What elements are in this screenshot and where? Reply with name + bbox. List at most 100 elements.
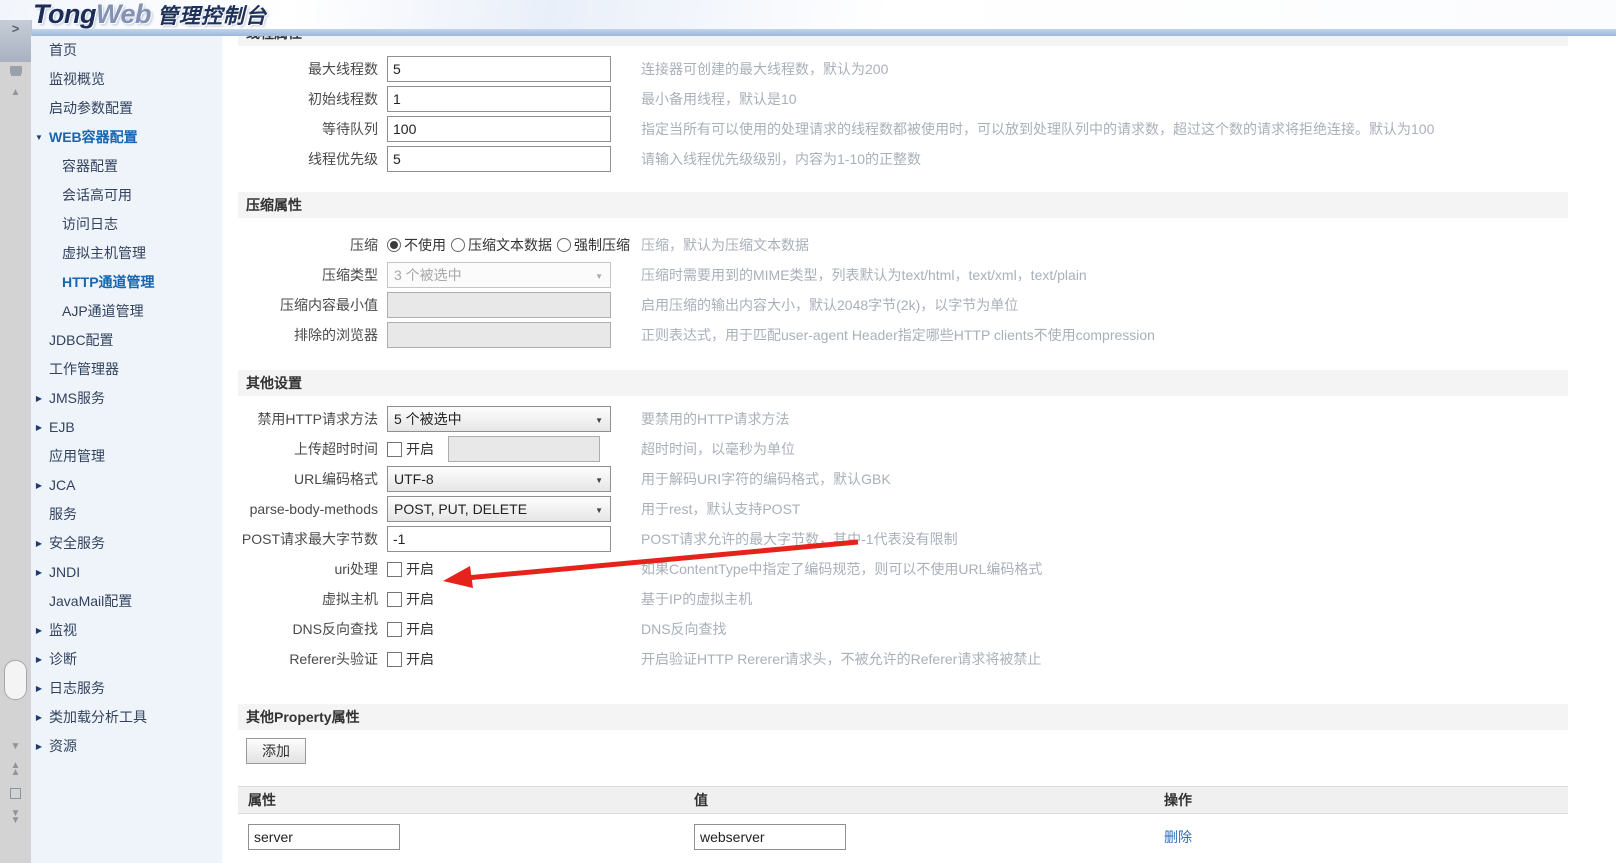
线程优先级-input[interactable] (387, 146, 611, 172)
DNS反向查找-checkbox[interactable] (387, 622, 402, 637)
sidebar-item[interactable]: 访问日志 (31, 210, 222, 239)
page-down-icon[interactable]: ▼▼ (0, 810, 31, 824)
stop-scroll-icon[interactable] (0, 788, 31, 802)
sidebar-item[interactable]: ▶安全服务 (31, 529, 222, 558)
form-row: 压缩内容最小值启用压缩的输出内容大小，默认2048字节(2k)，以字节为单位 (238, 290, 1568, 320)
sidebar-item[interactable]: 工作管理器 (31, 355, 222, 384)
最大线程数-input[interactable] (387, 56, 611, 82)
field-control (387, 322, 611, 348)
section-title: 线程属性 (246, 36, 302, 43)
虚拟主机-checkbox[interactable] (387, 592, 402, 607)
sidebar-item-label: 服务 (49, 506, 77, 522)
radio-压缩文本数据[interactable] (451, 238, 465, 252)
property-attr-cell (238, 824, 688, 850)
排除的浏览器-input (387, 322, 611, 348)
sidebar-item[interactable]: ▶日志服务 (31, 674, 222, 703)
sidebar-item[interactable]: ▶JNDI (31, 558, 222, 587)
parse-body-methods-dropdown[interactable]: POST, PUT, DELETE▼ (387, 496, 611, 522)
scroll-up-icon[interactable]: ▲ (0, 88, 31, 98)
sidebar-item[interactable]: ▶诊断 (31, 645, 222, 674)
sidebar-item[interactable]: 启动参数配置 (31, 94, 222, 123)
section-rows: 最大线程数连接器可创建的最大线程数，默认为200初始线程数最小备用线程，默认是1… (238, 54, 1568, 174)
sidebar-item[interactable]: 会话高可用 (31, 181, 222, 210)
chevron-right-icon[interactable]: ▶ (32, 558, 46, 587)
form-row: 上传超时时间开启超时时间，以毫秒为单位 (238, 434, 1568, 464)
form-row: Referer头验证开启开启验证HTTP Rererer请求头，不被允许的Ref… (238, 644, 1568, 674)
URL编码格式-dropdown[interactable]: UTF-8▼ (387, 466, 611, 492)
field-label: 虚拟主机 (238, 589, 378, 609)
splitter-drag-handle[interactable] (4, 660, 27, 700)
sidebar-item[interactable]: ▶监视 (31, 616, 222, 645)
sidebar-item[interactable]: ▶EJB (31, 413, 222, 442)
sidebar-item-label: 会话高可用 (62, 187, 132, 203)
sidebar-item[interactable]: ▼WEB容器配置 (31, 123, 222, 152)
sidebar-item[interactable]: 服务 (31, 500, 222, 529)
sidebar-item[interactable]: AJP通道管理 (31, 297, 222, 326)
field-hint: 如果ContentType中指定了编码规范，则可以不使用URL编码格式 (641, 559, 1042, 579)
top-logo-bar: TongWeb管理控制台 (0, 0, 1616, 29)
sidebar-item-label: 容器配置 (62, 158, 118, 174)
radio-不使用[interactable] (387, 238, 401, 252)
page-up-icon[interactable]: ▲▲ (0, 762, 31, 776)
field-hint: 用于解码URI字符的编码格式，默认GBK (641, 469, 891, 489)
sidebar-item[interactable]: ▶资源 (31, 732, 222, 761)
checkbox-label: 开启 (406, 559, 434, 579)
chevron-right-icon[interactable]: ▶ (32, 616, 46, 645)
field-label: Referer头验证 (238, 649, 378, 669)
sidebar-item[interactable]: 虚拟主机管理 (31, 239, 222, 268)
sidebar-item-label: 类加载分析工具 (49, 709, 147, 725)
Referer头验证-checkbox[interactable] (387, 652, 402, 667)
scroll-down-icon[interactable]: ▼ (0, 742, 31, 752)
chevron-right-icon[interactable]: ▶ (32, 471, 46, 500)
上传超时时间-checkbox[interactable] (387, 442, 402, 457)
sidebar-item[interactable]: ▶JCA (31, 471, 222, 500)
chevron-right-icon[interactable]: ▶ (32, 413, 46, 442)
expand-chevron-icon[interactable]: > (0, 24, 31, 34)
sidebar-item[interactable]: 应用管理 (31, 442, 222, 471)
等待队列-input[interactable] (387, 116, 611, 142)
sidebar-item[interactable]: 监视概览 (31, 65, 222, 94)
dropdown-value: POST, PUT, DELETE (394, 501, 527, 517)
chevron-down-icon: ▼ (595, 272, 603, 281)
property-attr-input[interactable] (248, 824, 400, 850)
field-hint: 最小备用线程，默认是10 (641, 89, 797, 109)
初始线程数-input[interactable] (387, 86, 611, 112)
sidebar-item[interactable]: ▶类加载分析工具 (31, 703, 222, 732)
sidebar-item[interactable]: ▶JMS服务 (31, 384, 222, 413)
禁用HTTP请求方法-dropdown[interactable]: 5 个被选中▼ (387, 406, 611, 432)
field-label: URL编码格式 (238, 469, 378, 489)
sidebar-item-label: 资源 (49, 738, 77, 754)
section-header: 其他设置 (238, 370, 1568, 396)
POST请求最大字节数-input[interactable] (387, 526, 611, 552)
radio-label: 强制压缩 (574, 235, 630, 255)
chevron-down-icon[interactable]: ▼ (32, 123, 46, 152)
chevron-right-icon[interactable]: ▶ (32, 529, 46, 558)
dock-icon[interactable] (0, 66, 31, 77)
field-control (387, 116, 611, 142)
field-control: 开启 (387, 616, 611, 642)
property-value-cell (688, 824, 1158, 850)
add-property-button[interactable]: 添加 (246, 738, 306, 764)
sidebar-item[interactable]: JavaMail配置 (31, 587, 222, 616)
chevron-right-icon[interactable]: ▶ (32, 703, 46, 732)
radio-label: 不使用 (404, 235, 446, 255)
field-control: 开启 (387, 586, 611, 612)
logo-tong: Tong (33, 0, 96, 29)
field-label: 线程优先级 (238, 149, 378, 169)
property-value-input[interactable] (694, 824, 846, 850)
chevron-right-icon[interactable]: ▶ (32, 645, 46, 674)
sidebar-item[interactable]: 容器配置 (31, 152, 222, 181)
sidebar-item-label: JCA (49, 477, 75, 493)
checkbox-label: 开启 (406, 589, 434, 609)
sidebar-item[interactable]: HTTP通道管理 (31, 268, 222, 297)
field-label: 上传超时时间 (238, 439, 378, 459)
sidebar-item[interactable]: JDBC配置 (31, 326, 222, 355)
radio-强制压缩[interactable] (557, 238, 571, 252)
chevron-right-icon[interactable]: ▶ (32, 384, 46, 413)
delete-link[interactable]: 删除 (1164, 829, 1192, 845)
field-control (387, 292, 611, 318)
uri处理-checkbox[interactable] (387, 562, 402, 577)
sidebar-item[interactable]: 首页 (31, 36, 222, 65)
chevron-right-icon[interactable]: ▶ (32, 674, 46, 703)
chevron-right-icon[interactable]: ▶ (32, 732, 46, 761)
